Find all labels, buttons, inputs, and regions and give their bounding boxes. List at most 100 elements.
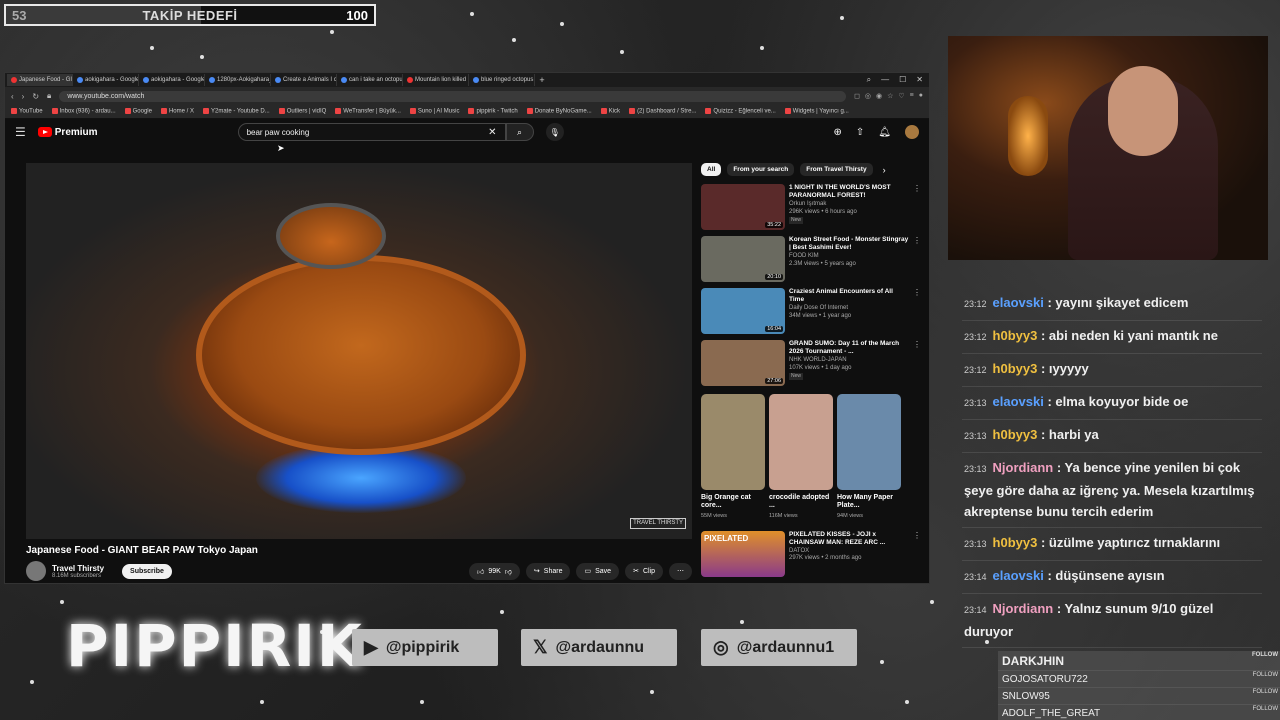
list-item[interactable]: PIXELATED PIXELATED KISSES - JOJI x CHAI… xyxy=(701,530,921,577)
filter-chip[interactable]: From Travel Thirsty xyxy=(800,163,873,176)
clear-search-icon[interactable]: ✕ xyxy=(488,127,496,138)
bookmark-item[interactable]: (2) Dashboard / Stre... xyxy=(629,108,696,115)
chat-message: 23:13 h0byy3 : harbi ya xyxy=(962,420,1262,453)
short-item[interactable]: crocodile adopted ... 116M views xyxy=(769,394,833,519)
video-player[interactable]: TRAVEL THIRSTY xyxy=(26,163,692,539)
social-handle: 𝕏 @ardaunnu xyxy=(521,629,677,666)
bookmark-item[interactable]: Kick xyxy=(600,108,620,115)
hamburger-menu-icon[interactable]: ☰ xyxy=(15,125,26,139)
decorative-dot xyxy=(560,22,564,26)
bookmark-item[interactable]: Donate ByNoGame... xyxy=(526,108,592,115)
heart-icon[interactable]: ♡ xyxy=(898,92,904,100)
extension-icon[interactable]: ◉ xyxy=(876,92,882,100)
search-input[interactable]: bear paw cooking ✕ xyxy=(237,123,506,141)
bookmark-item[interactable]: Widgets | Yayıncı g... xyxy=(784,108,849,115)
bookmark-item[interactable]: WeTransfer | Büyük... xyxy=(335,108,401,115)
bookmark-item[interactable]: Inbox (936) - ardau... xyxy=(51,108,116,115)
more-icon[interactable]: ⋮ xyxy=(913,531,921,575)
list-item[interactable]: 27:06 GRAND SUMO: Day 11 of the March 20… xyxy=(701,340,921,386)
browser-tab[interactable]: can i take an octopus in a xyxy=(337,74,403,86)
profile-icon[interactable]: ● xyxy=(919,92,923,100)
more-icon[interactable]: ⋮ xyxy=(913,184,921,228)
more-actions-button[interactable]: ⋯ xyxy=(669,562,692,580)
bookmark-favicon-icon xyxy=(51,108,58,115)
filter-chip[interactable]: From your search xyxy=(727,163,795,176)
subscribe-button[interactable]: Subscribe xyxy=(122,563,172,579)
bookmark-favicon-icon xyxy=(705,108,712,115)
bookmark-favicon-icon xyxy=(526,108,533,115)
browser-tab[interactable]: blue ringed octopus how xyxy=(469,74,535,86)
chevron-right-icon[interactable]: › xyxy=(883,165,886,175)
short-item[interactable]: How Many Paper Plate... 94M views xyxy=(837,394,901,519)
filter-chip[interactable]: All xyxy=(701,163,722,176)
bookmark-favicon-icon xyxy=(784,108,791,115)
browser-tab[interactable]: Create a Animals I could b xyxy=(271,74,337,86)
share-button[interactable]: ↪ Share xyxy=(525,562,571,580)
bookmark-item[interactable]: Outliers | vidIQ xyxy=(278,108,326,115)
youtube-logo[interactable]: Premium xyxy=(37,127,98,138)
bookmark-item[interactable]: Suno | AI Music xyxy=(409,108,459,115)
bookmark-favicon-icon xyxy=(335,108,342,115)
follower-name: DARKJHIN xyxy=(1002,653,1065,668)
more-icon[interactable]: ⋮ xyxy=(913,340,921,384)
like-button[interactable]: 👍︎ 99K 👎︎ xyxy=(469,562,520,580)
more-icon[interactable]: ⋮ xyxy=(913,236,921,280)
decorative-dot xyxy=(905,700,909,704)
minimize-icon[interactable]: — xyxy=(881,75,889,85)
rec-channel: Orkun Işıtmak xyxy=(789,200,827,207)
menu-icon[interactable]: ≡ xyxy=(910,92,914,100)
bookmark-favicon-icon xyxy=(124,108,131,115)
mic-icon[interactable]: 🎙︎ xyxy=(545,123,564,141)
bookmark-star-icon[interactable]: ☆ xyxy=(887,92,893,100)
search-button[interactable]: ⌕ xyxy=(505,123,534,141)
chat-text: ıyyyyy xyxy=(1048,361,1089,376)
back-icon[interactable]: ‹ xyxy=(11,92,14,101)
thumbs-down-icon[interactable]: 👎︎ xyxy=(505,567,512,576)
chat-timestamp: 23:12 xyxy=(964,365,987,375)
browser-tab[interactable]: Mountain lion killed by C xyxy=(403,74,469,86)
bookmarks-bar: YouTube Inbox (936) - ardau... Google Home … xyxy=(5,105,929,119)
address-bar[interactable]: www.youtube.com/watch xyxy=(59,90,847,102)
forward-icon[interactable]: › xyxy=(22,92,25,101)
browser-tab[interactable]: 1280px-Aokigahara_forest xyxy=(205,74,271,86)
bookmark-item[interactable]: Y2mate - Youtube D... xyxy=(202,108,270,115)
more-icon[interactable]: ⋮ xyxy=(913,288,921,332)
bookmark-item[interactable]: Quizizz - Eğlenceli ve... xyxy=(705,108,776,115)
instagram-icon: ◎ xyxy=(713,637,729,657)
reload-icon[interactable]: ↻ xyxy=(32,92,39,101)
close-icon[interactable]: ✕ xyxy=(916,75,923,85)
bookmark-item[interactable]: pippirik - Twitch xyxy=(468,108,518,115)
upload-icon[interactable]: ⇧ xyxy=(856,127,864,138)
decorative-dot xyxy=(930,600,934,604)
create-icon[interactable]: ⊕ xyxy=(834,127,842,138)
extension-icon[interactable]: ◎ xyxy=(865,92,871,100)
account-avatar[interactable] xyxy=(905,125,919,139)
rec-channel: Daily Dose Of Internet xyxy=(789,304,849,311)
bookmark-favicon-icon xyxy=(11,108,17,115)
browser-tab[interactable]: aokigahara - Google'da A xyxy=(73,74,139,86)
chat-text: üzülme yaptırıcz tırnaklarını xyxy=(1048,535,1221,550)
notifications-bell-icon[interactable]: 🔔︎ xyxy=(878,127,891,138)
maximize-icon[interactable]: ☐ xyxy=(899,75,906,85)
search-tabs-icon[interactable]: ⌕ xyxy=(867,75,871,85)
new-tab-button[interactable]: + xyxy=(535,75,549,85)
browser-tab[interactable]: aokigahara - Google'da A xyxy=(139,74,205,86)
rec-meta: 297K views • 2 months ago xyxy=(789,555,862,562)
social-handle: ◎ @ardaunnu1 xyxy=(701,629,857,666)
extension-icon[interactable]: ◻ xyxy=(854,92,860,100)
save-button[interactable]: ▭ Save xyxy=(576,562,620,580)
channel-avatar[interactable] xyxy=(26,561,46,581)
decorative-dot xyxy=(30,680,34,684)
share-icon: ↪ xyxy=(533,568,540,575)
channel-name[interactable]: Travel Thirsty xyxy=(52,564,104,573)
browser-tab[interactable]: Japanese Food - GIANT B xyxy=(7,74,73,86)
clip-button[interactable]: ✂ Clip xyxy=(625,562,663,580)
bookmark-item[interactable]: YouTube xyxy=(11,108,43,115)
decorative-dot xyxy=(330,30,334,34)
short-item[interactable]: Big Orange cat core... 55M views xyxy=(701,394,765,519)
bookmark-item[interactable]: Home / X xyxy=(160,108,194,115)
list-item[interactable]: 35:22 1 NIGHT IN THE WORLD'S MOST PARANO… xyxy=(701,184,921,230)
list-item[interactable]: 16:04 Craziest Animal Encounters of All … xyxy=(701,288,921,334)
list-item[interactable]: 20:10 Korean Street Food - Monster Sting… xyxy=(701,236,921,282)
bookmark-item[interactable]: Google xyxy=(124,108,152,115)
